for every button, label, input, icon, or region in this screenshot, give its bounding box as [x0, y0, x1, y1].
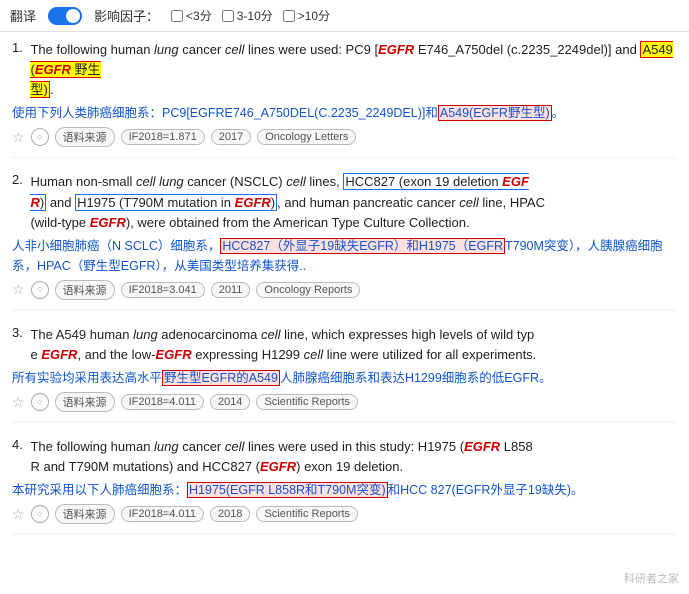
filter-lt3[interactable]: <3分 — [171, 7, 212, 24]
result-1-number: 1. — [12, 40, 26, 55]
result-3-star[interactable]: ☆ — [12, 394, 25, 411]
result-3-meta: ☆ ○ 语料来源 IF2018=4.011 2014 Scientific Re… — [12, 392, 677, 412]
result-1-circle[interactable]: ○ — [31, 128, 49, 146]
result-item-4: 4. The following human lung cancer cell … — [12, 437, 677, 535]
toggle-track — [48, 7, 82, 25]
result-1-english-row: 1. The following human lung cancer cell … — [12, 40, 677, 100]
result-1-if-tag: IF2018=1.871 — [121, 129, 205, 145]
result-3-number: 3. — [12, 325, 26, 340]
result-item-3: 3. The A549 human lung adenocarcinoma ce… — [12, 325, 677, 423]
filter-lt3-checkbox[interactable] — [171, 10, 183, 22]
result-2-circle[interactable]: ○ — [31, 281, 49, 299]
result-1-meta: ☆ ○ 语料来源 IF2018=1.871 2017 Oncology Lett… — [12, 127, 677, 147]
result-2-source-tag[interactable]: 语料来源 — [55, 280, 115, 300]
result-3-chinese: 所有实验均采用表达高水平野生型EGFR的A549人肺腺癌细胞系和表达H1299细… — [12, 368, 677, 388]
result-3-source-tag[interactable]: 语料来源 — [55, 392, 115, 412]
result-2-english-row: 2. Human non-small cell lung cancer (NSC… — [12, 172, 677, 232]
result-4-year-tag[interactable]: 2018 — [210, 506, 250, 522]
top-bar: 翻译 影响因子： <3分 3-10分 >10分 — [0, 0, 689, 32]
result-2-star[interactable]: ☆ — [12, 281, 25, 298]
result-1-year-tag[interactable]: 2017 — [211, 129, 251, 145]
result-3-circle[interactable]: ○ — [31, 393, 49, 411]
result-1-english: The following human lung cancer cell lin… — [30, 40, 677, 100]
result-3-english: The A549 human lung adenocarcinoma cell … — [30, 325, 536, 365]
result-4-if-tag: IF2018=4.011 — [121, 506, 204, 522]
result-item-1: 1. The following human lung cancer cell … — [12, 40, 677, 158]
result-2-english: Human non-small cell lung cancer (NSCLC)… — [30, 172, 545, 232]
filter-3-10-checkbox[interactable] — [222, 10, 234, 22]
result-4-english: The following human lung cancer cell lin… — [30, 437, 532, 477]
result-2-journal-tag[interactable]: Oncology Reports — [256, 282, 360, 298]
results-list: 1. The following human lung cancer cell … — [0, 32, 689, 557]
toggle-thumb — [66, 9, 80, 23]
filter-gt10[interactable]: >10分 — [283, 7, 330, 24]
result-item-2: 2. Human non-small cell lung cancer (NSC… — [12, 172, 677, 310]
filter-gt10-label: >10分 — [298, 7, 330, 24]
filter-3-10[interactable]: 3-10分 — [222, 7, 273, 24]
result-1-chinese: 使用下列人类肺癌细胞系：PC9[EGFRE746_A750DEL(C.2235_… — [12, 103, 677, 123]
filter-3-10-label: 3-10分 — [237, 7, 273, 24]
filter-lt3-label: <3分 — [186, 7, 212, 24]
result-4-star[interactable]: ☆ — [12, 506, 25, 523]
result-4-english-row: 4. The following human lung cancer cell … — [12, 437, 677, 477]
result-4-chinese: 本研究采用以下人肺癌细胞系：H1975(EGFR L858R和T790M突变)和… — [12, 480, 677, 500]
result-2-if-tag: IF2018=3.041 — [121, 282, 205, 298]
result-4-number: 4. — [12, 437, 26, 452]
filter-group: <3分 3-10分 >10分 — [171, 7, 330, 24]
translate-label: 翻译 — [10, 6, 36, 25]
result-1-source-tag[interactable]: 语料来源 — [55, 127, 115, 147]
result-2-chinese: 人非小细胞肺癌（N SCLC）细胞系，HCC827（外显子19缺失EGFR）和H… — [12, 236, 677, 276]
result-2-year-tag[interactable]: 2011 — [211, 282, 251, 298]
result-4-source-tag[interactable]: 语料来源 — [55, 504, 115, 524]
watermark: 科研者之家 — [624, 570, 679, 586]
result-3-english-row: 3. The A549 human lung adenocarcinoma ce… — [12, 325, 677, 365]
result-3-journal-tag[interactable]: Scientific Reports — [256, 394, 358, 410]
impact-label: 影响因子： — [94, 6, 159, 25]
result-4-meta: ☆ ○ 语料来源 IF2018=4.011 2018 Scientific Re… — [12, 504, 677, 524]
result-4-circle[interactable]: ○ — [31, 505, 49, 523]
result-1-journal-tag[interactable]: Oncology Letters — [257, 129, 356, 145]
result-2-number: 2. — [12, 172, 26, 187]
result-2-meta: ☆ ○ 语料来源 IF2018=3.041 2011 Oncology Repo… — [12, 280, 677, 300]
result-4-journal-tag[interactable]: Scientific Reports — [256, 506, 358, 522]
translate-toggle[interactable] — [48, 7, 82, 25]
result-3-year-tag[interactable]: 2014 — [210, 394, 250, 410]
filter-gt10-checkbox[interactable] — [283, 10, 295, 22]
result-1-star[interactable]: ☆ — [12, 129, 25, 146]
result-3-if-tag: IF2018=4.011 — [121, 394, 204, 410]
